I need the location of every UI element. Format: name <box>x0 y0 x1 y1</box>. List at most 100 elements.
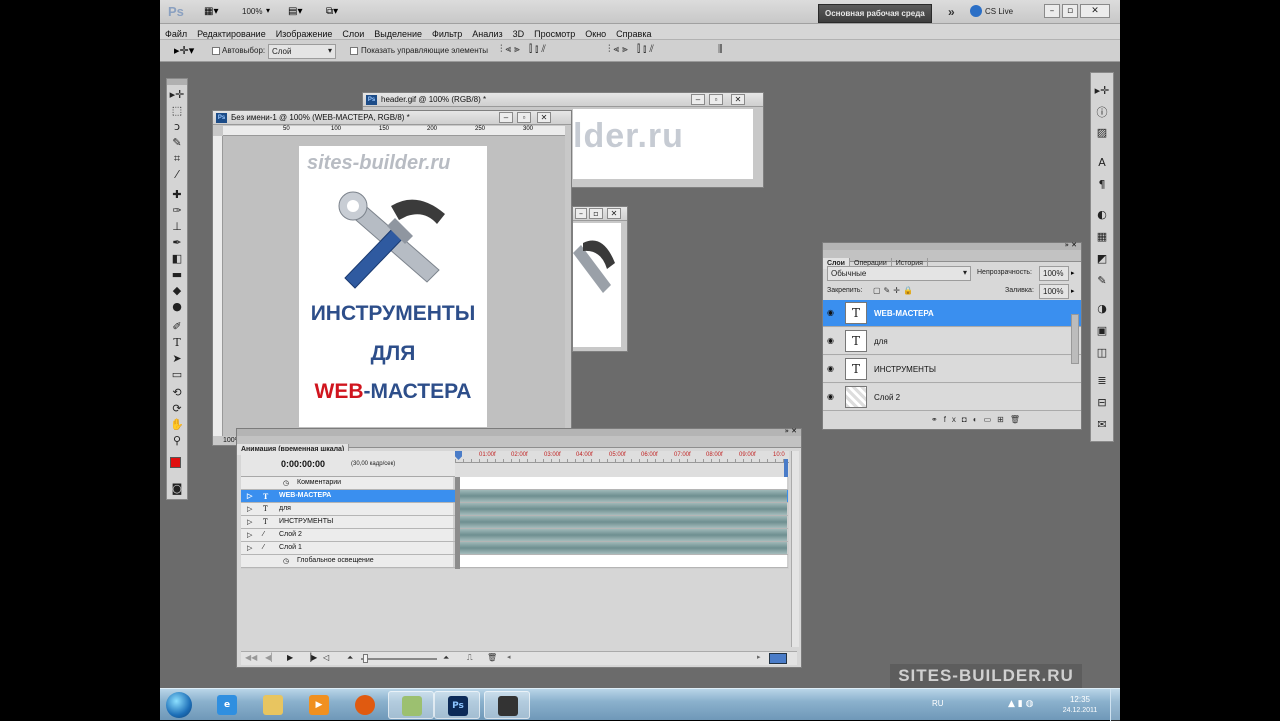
arrange-documents-icon[interactable]: ▤▾ <box>288 6 302 17</box>
eraser-tool-icon[interactable]: ◧ <box>168 251 186 266</box>
zoom-level[interactable]: 100% <box>242 7 262 16</box>
cslive-button[interactable]: CS Live <box>985 7 1013 16</box>
paragraph-icon[interactable]: ¶ <box>1093 177 1111 192</box>
prev-frame-icon[interactable]: ◀▏ <box>265 653 277 662</box>
onion-skin-icon[interactable]: ⎍ <box>467 653 473 663</box>
stopwatch-icon[interactable]: ◷ <box>283 479 289 487</box>
expand-triangle-icon[interactable]: ▷ <box>247 518 252 526</box>
hand-tool-icon[interactable]: ✋ <box>168 417 186 432</box>
main-minimize-button[interactable]: – <box>499 112 513 123</box>
header-close-button[interactable]: ✕ <box>731 94 745 105</box>
track-duration-bar[interactable] <box>460 516 787 528</box>
app-minimize-button[interactable]: – <box>1044 4 1060 18</box>
character-icon[interactable]: A <box>1093 155 1111 170</box>
show-controls-checkbox[interactable] <box>350 47 358 55</box>
clock-time[interactable]: 12:35 <box>1056 695 1104 704</box>
type-tool-icon[interactable]: T <box>168 335 186 350</box>
align-icons[interactable]: ⫶⫷⫸ ⫿⫾⫽ <box>500 44 549 55</box>
layer-row-instruments[interactable]: ◉ T ИНСТРУМЕНТЫ <box>823 356 1081 383</box>
autoselect-select[interactable]: Слой ▾ <box>268 44 336 59</box>
menu-3d[interactable]: 3D <box>508 27 530 39</box>
path-select-tool-icon[interactable]: ➤ <box>168 351 186 366</box>
move-tool-icon[interactable]: ▸✛ <box>168 87 186 102</box>
auto-align-icon[interactable]: ⫼ <box>718 44 723 55</box>
layers-scrollbar[interactable] <box>1071 314 1079 364</box>
history-brush-tool-icon[interactable]: ✒ <box>168 235 186 250</box>
header-maximize-button[interactable]: ▫ <box>709 94 723 105</box>
lasso-tool-icon[interactable]: ↄ <box>168 119 186 134</box>
launch-bridge-icon[interactable]: ▦▾ <box>204 6 218 17</box>
start-button[interactable] <box>166 692 192 718</box>
3d-rotate-tool-icon[interactable]: ⟲ <box>168 385 186 400</box>
poster-canvas[interactable]: sites-builder.ru ИНСТРУМЕНТЫ ДЛЯ WEB-МАС… <box>299 146 487 427</box>
layer-actions-icons[interactable]: ⚭fx◘◐▭⊞🗑 <box>931 415 1026 424</box>
workspace-overflow-icon[interactable]: » <box>948 5 955 19</box>
horizontal-ruler[interactable]: 50 100 150 200 250 300 <box>223 126 565 136</box>
distribute-icons[interactable]: ⫶⫷⫸ ⫿⫾⫽ <box>608 44 657 55</box>
track-for[interactable]: ▷ Tдля <box>241 503 788 516</box>
taskbar-firefox[interactable] <box>342 691 388 719</box>
marquee-tool-icon[interactable]: ⬚ <box>168 103 186 118</box>
menu-help[interactable]: Справка <box>611 27 656 39</box>
blur-tool-icon[interactable]: ◆ <box>168 283 186 298</box>
lock-icons[interactable]: ▢✎✛🔒 <box>873 286 916 295</box>
app-restore-button[interactable]: ▫ <box>1062 4 1078 18</box>
foreground-color-swatch[interactable] <box>170 457 181 468</box>
time-ruler[interactable]: 01:00f 02:00f 03:00f 04:00f 05:00f 06:00… <box>455 451 789 477</box>
main-maximize-button[interactable]: ▫ <box>517 112 531 123</box>
header-window-titlebar[interactable]: Ps header.gif @ 100% (RGB/8) * – ▫ ✕ <box>363 93 763 107</box>
layer-row-webmaster[interactable]: ◉ T WEB-МАСТЕРА <box>823 300 1081 327</box>
tools-panel-grip[interactable] <box>167 79 187 85</box>
main-window-titlebar[interactable]: Ps Без имени-1 @ 100% (WEB-МАСТЕРА, RGB/… <box>213 111 571 125</box>
track-layer1[interactable]: ▷ ⁄ Слой 1 <box>241 542 788 555</box>
taskbar-media[interactable]: ▶ <box>296 691 342 719</box>
scroll-right-icon[interactable]: ▸ <box>757 653 761 661</box>
collapse-icon[interactable]: » ✕ <box>785 427 797 435</box>
clock-date[interactable]: 24.12.2011 <box>1056 707 1104 714</box>
opacity-slider-arrow-icon[interactable]: ▸ <box>1071 269 1075 277</box>
stamp-tool-icon[interactable]: ⊥ <box>168 219 186 234</box>
zoom-out-timeline-icon[interactable]: ⏶ <box>347 653 353 663</box>
menu-filter[interactable]: Фильтр <box>427 27 467 39</box>
healing-brush-tool-icon[interactable]: ✚ <box>168 187 186 202</box>
taskbar-recorder[interactable] <box>484 691 530 719</box>
dodge-tool-icon[interactable]: ● <box>168 299 186 314</box>
crop-tool-icon[interactable]: ⌗ <box>168 151 186 166</box>
pen-tool-icon[interactable]: ✐ <box>168 319 186 334</box>
third-maximize-button[interactable]: ▫ <box>589 208 603 219</box>
scroll-left-icon[interactable]: ◂ <box>507 653 511 661</box>
track-instruments[interactable]: ▷ T ИНСТРУМЕНТЫ <box>241 516 788 529</box>
track-comments[interactable]: ◷ Комментарии <box>241 477 788 490</box>
menu-file[interactable]: Файл <box>160 27 192 39</box>
animation-panel-grip[interactable]: » ✕ <box>237 427 801 436</box>
blend-mode-select[interactable]: Обычные ▾ <box>827 266 971 281</box>
tray-icons[interactable]: ▲ ▮ ◍ <box>1008 699 1033 709</box>
main-document-window[interactable]: Ps Без имени-1 @ 100% (WEB-МАСТЕРА, RGB/… <box>212 110 572 446</box>
masks-icon[interactable]: ▣ <box>1093 323 1111 338</box>
timecode-display[interactable]: 0:00:00:00 <box>281 459 325 469</box>
audio-icon[interactable]: ◁ <box>323 653 329 662</box>
shape-tool-icon[interactable]: ▭ <box>168 367 186 382</box>
expand-triangle-icon[interactable]: ▷ <box>247 492 252 500</box>
quick-select-tool-icon[interactable]: ✎ <box>168 135 186 150</box>
fill-slider-arrow-icon[interactable]: ▸ <box>1071 287 1075 295</box>
taskbar-explorer[interactable] <box>250 691 296 719</box>
fill-input[interactable]: 100% <box>1039 284 1069 299</box>
autoselect-checkbox[interactable] <box>212 47 220 55</box>
menu-select[interactable]: Выделение <box>369 27 427 39</box>
eyedropper-tool-icon[interactable]: ⁄ <box>168 167 186 182</box>
layers-panel-grip[interactable]: » ✕ <box>823 241 1081 250</box>
third-close-button[interactable]: ✕ <box>607 208 621 219</box>
menu-window[interactable]: Окно <box>580 27 611 39</box>
move-tool-preset-icon[interactable]: ▸✛▾ <box>174 44 194 57</box>
adjustments-icon[interactable]: ◑ <box>1093 301 1111 316</box>
show-desktop-button[interactable] <box>1110 689 1120 721</box>
menu-analysis[interactable]: Анализ <box>467 27 507 39</box>
first-frame-icon[interactable]: ◀◀ <box>245 653 257 662</box>
timeline-zoom-slider[interactable] <box>361 658 437 660</box>
expand-triangle-icon[interactable]: ▷ <box>247 544 252 552</box>
vertical-ruler[interactable] <box>213 136 223 436</box>
info-icon[interactable]: ⓘ <box>1093 105 1111 120</box>
swatches-icon[interactable]: ▦ <box>1093 229 1111 244</box>
histogram-icon[interactable]: ▨ <box>1093 125 1111 140</box>
